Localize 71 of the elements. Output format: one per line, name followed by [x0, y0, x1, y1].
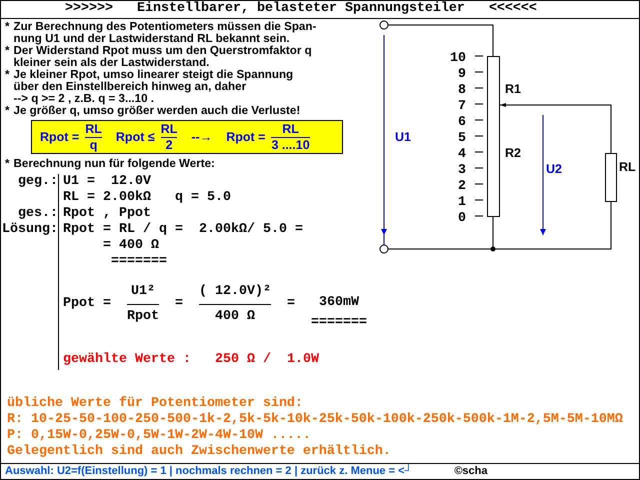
scale-label: 2 — [458, 178, 466, 193]
calc-line: Rpot , Ppot — [63, 206, 151, 221]
terminal-icon — [380, 244, 388, 254]
scale-label: 5 — [458, 130, 466, 145]
calc-line: Ppot = — [63, 296, 111, 312]
calc-line: = 400 Ω — [102, 238, 159, 253]
bullet-mark: * — [5, 45, 10, 59]
scale-label: 4 — [458, 146, 466, 161]
resistor-label: RL — [619, 160, 636, 174]
row-label: ges.: — [18, 206, 58, 221]
arrow-text: --→ — [191, 128, 212, 146]
wiper-arrow-icon — [500, 103, 506, 107]
resistor-label: R1 — [505, 82, 521, 96]
voltage-label: U2 — [546, 162, 562, 176]
calc-line: = — [175, 296, 183, 312]
bullet-mark: * — [5, 158, 10, 170]
formula-text: RL — [85, 122, 102, 136]
bullet-mark: * — [5, 69, 10, 83]
chosen-values: gewählte Werte : 250 Ω / 1.0W — [63, 352, 319, 367]
calc-line: RL = 2.00kΩ q = 5.0 — [63, 190, 231, 205]
voltage-label: U1 — [395, 130, 411, 144]
calc-line: = — [286, 296, 295, 312]
calc-line: ======= — [110, 254, 167, 269]
formula-text: RL — [160, 122, 178, 136]
formula-text: Rpot = — [40, 128, 80, 146]
note-text: Der Widerstand Rpot muss um den Querstromfaktor q kleiner sein als der Lastwiderstand. — [14, 45, 312, 69]
section-heading: Berechnung nun für folgende Werte: — [14, 158, 215, 170]
scale-label: 9 — [458, 66, 466, 81]
note-text: Je größer q, umso größer werden auch die Verluste! — [14, 105, 300, 117]
formula-text: Rpot ≤ — [116, 128, 155, 146]
formula-text: Rpot — [127, 308, 159, 324]
row-label: geg.: — [18, 174, 58, 189]
resistor-label: R2 — [505, 146, 521, 160]
formula-text: RL — [282, 122, 299, 136]
info-line: übliche Werte für Potentiometer sind: — [7, 396, 303, 411]
note-text: Je kleiner Rpot, umso linearer steigt die Spannung über den Einstellbereich hinweg an, daher --> q >= 2 , z.B. q = 3...10 . — [14, 69, 294, 105]
calc-line: Rpot = RL / q = 2.00kΩ/ 5.0 = — [63, 222, 303, 237]
scale-label: 7 — [458, 98, 466, 113]
fraction-line — [160, 136, 178, 138]
fraction-line — [85, 136, 102, 138]
fraction-line — [271, 136, 310, 138]
info-line: Gelegentlich sind auch Zwischenwerte erhältlich. — [7, 444, 391, 459]
calc-line: U1 = 12.0V — [63, 174, 151, 189]
formula-text: Rpot = — [226, 128, 266, 146]
scale-label: 0 — [458, 210, 466, 225]
bullet-mark: * — [5, 21, 10, 35]
status-text: Auswahl: U2=f(Einstellung) = 1 | nochmals rechnen = 2 | zurück z. Menue = <┘ — [5, 464, 412, 479]
formula-text: q — [90, 138, 98, 152]
formula-text: ( 12.0V)² — [199, 284, 271, 300]
copyright-text: ©scha — [454, 464, 488, 479]
result-underline: ======= — [310, 315, 367, 331]
info-line: R: 10-25-50-100-250-500-1k-2,5k-5k-10k-25k-50k-100k-250k-500k-1M-2,5M-5M-10MΩ — [7, 412, 623, 427]
formula-text: 2 — [166, 138, 173, 152]
note-text: Zur Berechnung des Potentiometers müssen die Span- nung U1 und der Lastwiderstand RL bekannt sein. — [14, 21, 316, 45]
scale-label: 1 — [458, 194, 466, 209]
title-arrows: >>>>>> — [65, 1, 113, 18]
info-line: P: 0,15W-0,25W-0,5W-1W-2W-4W-10W ..... — [7, 428, 311, 443]
title-arrows: <<<<<< — [488, 1, 537, 18]
formula-text: 3 ....10 — [271, 138, 310, 152]
junction-dot — [490, 246, 496, 252]
result-text: 360mW — [318, 295, 359, 311]
load-resistor — [605, 153, 617, 202]
row-label: Lösung: — [2, 222, 58, 237]
scale-label: 10 — [450, 50, 466, 65]
formula-text: U1² — [131, 284, 155, 300]
bullet-mark: * — [5, 105, 10, 117]
formula-text: 400 Ω — [214, 308, 255, 324]
scale-label: 3 — [458, 162, 466, 177]
scale-label: 6 — [458, 114, 466, 129]
window-title: Einstellbarer, belasteter Spannungsteiler — [137, 1, 465, 18]
scale-label: 8 — [458, 82, 466, 97]
